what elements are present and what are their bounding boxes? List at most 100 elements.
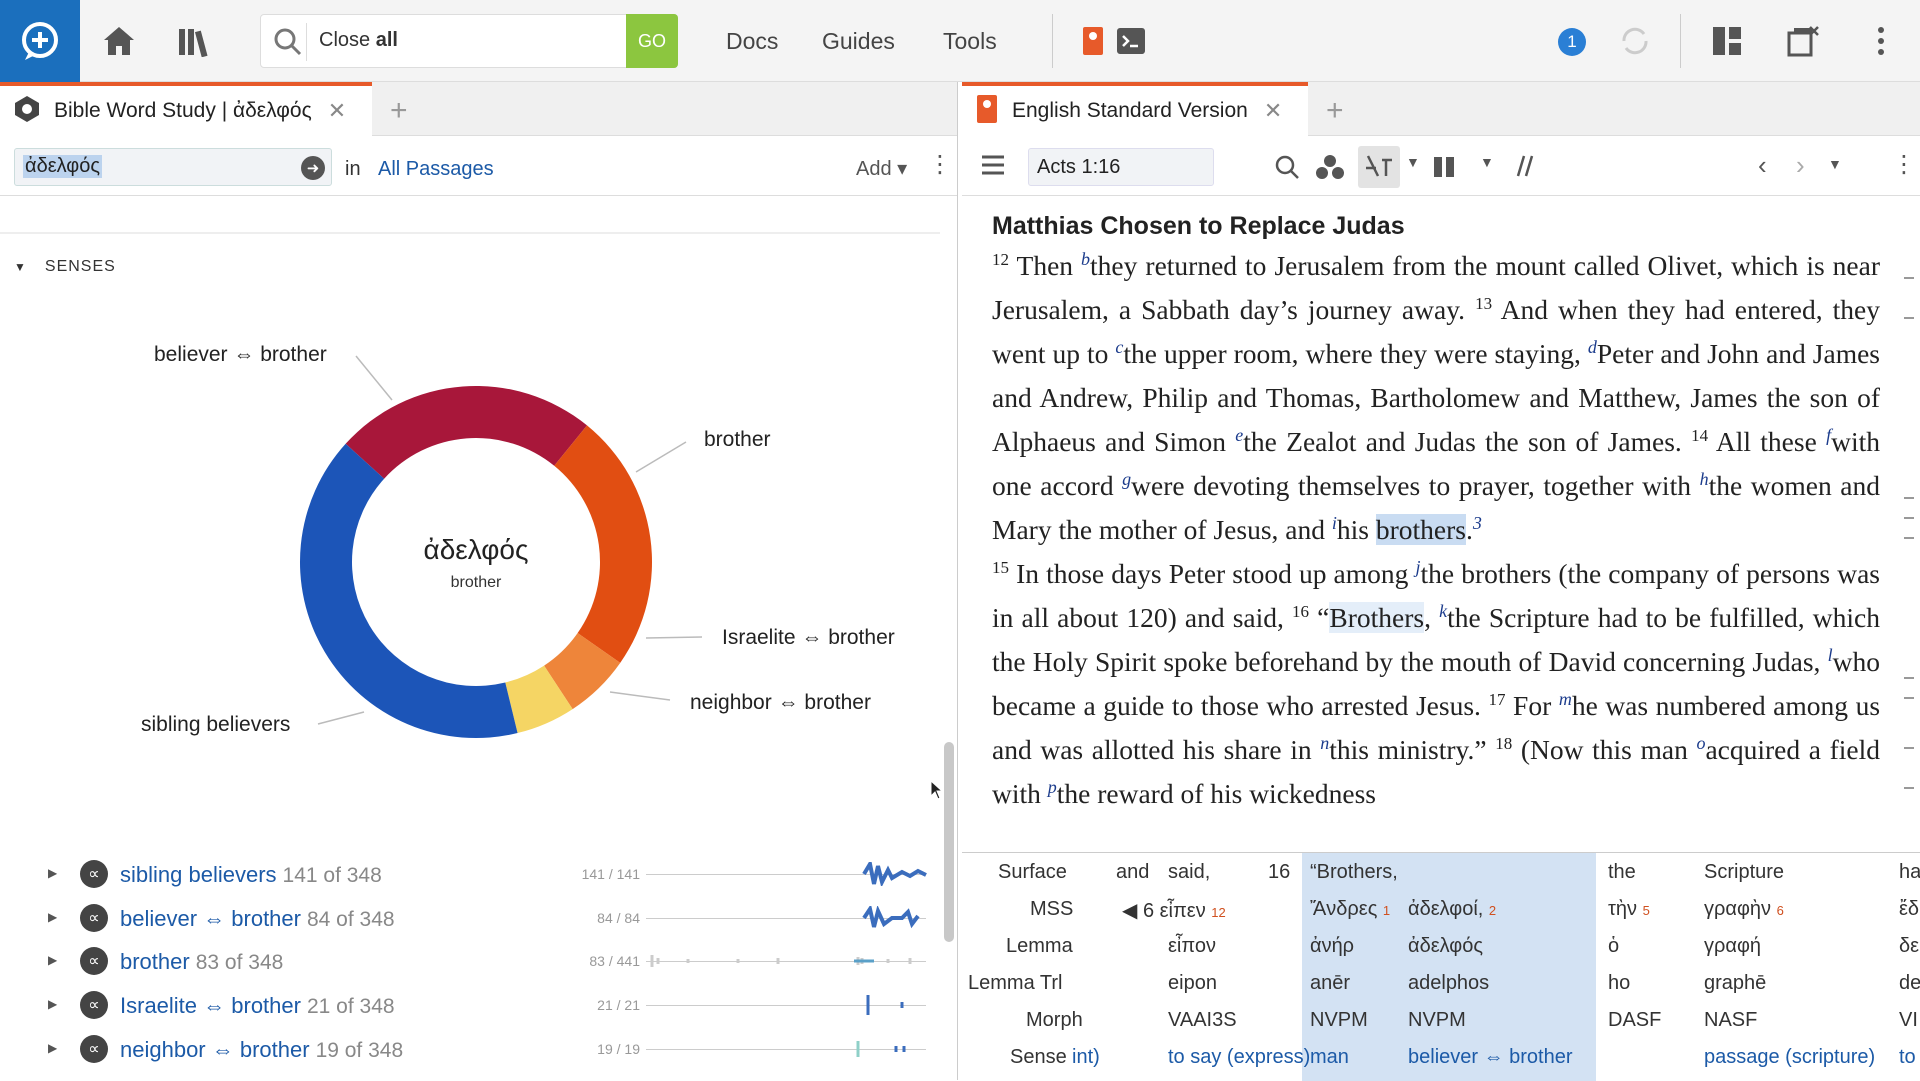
sense-name[interactable]: Israelite ⇔ brother (120, 993, 301, 1018)
sense-row[interactable]: ▶ ∝ believer ⇔ brother 84 of 348 84 / 84 (0, 898, 940, 938)
library-icon[interactable] (172, 18, 218, 64)
cell[interactable]: NVPM (1408, 1009, 1466, 1032)
cell[interactable]: ho (1608, 972, 1630, 995)
cell[interactable]: man (1310, 1046, 1349, 1069)
interlinear-row-morph: Morph VAAI3S NVPM NVPM DASF NASF VI (962, 1001, 1920, 1038)
panel-menu-icon[interactable]: ⋮ (1892, 150, 1916, 179)
expand-caret-icon[interactable]: ▶ (48, 997, 57, 1011)
cell[interactable]: said, (1168, 861, 1210, 884)
cell[interactable]: ἀδελφός (1408, 935, 1483, 958)
bible-panel: English Standard Version ✕ + Acts 1:16 ▼… (962, 82, 1920, 1081)
go-button[interactable]: GO (626, 14, 678, 68)
cell[interactable]: to say (express) (1168, 1046, 1310, 1069)
expand-caret-icon[interactable]: ▶ (48, 1041, 57, 1055)
cell[interactable]: Scripture (1704, 861, 1784, 884)
more-menu-icon[interactable] (1858, 18, 1904, 64)
cell[interactable]: VAAI3S (1168, 1009, 1237, 1032)
dropdown-caret-icon[interactable]: ▼ (1480, 154, 1494, 170)
cell[interactable]: believer ⇔ brother (1408, 1046, 1573, 1069)
home-icon[interactable] (96, 18, 142, 64)
sense-icon: ∝ (80, 947, 108, 975)
sense-name[interactable]: believer ⇔ brother (120, 906, 301, 931)
donut-slice-believer-brother[interactable] (345, 385, 588, 479)
senses-section-header[interactable]: ▼ SENSES (14, 258, 116, 276)
history-caret-icon[interactable]: ▼ (1828, 156, 1842, 172)
layout-icon[interactable] (1704, 18, 1750, 64)
sense-row[interactable]: ▶ ∝ sibling believers 141 of 348 141 / 14… (0, 854, 940, 894)
bible-text[interactable]: Matthias Chosen to Replace Judas 12 Then… (992, 208, 1880, 818)
left-scrollbar[interactable] (944, 742, 954, 942)
cell[interactable]: the (1608, 861, 1636, 884)
close-panels-icon[interactable] (1780, 18, 1826, 64)
cell[interactable]: adelphos (1408, 972, 1489, 995)
logos-home-icon[interactable] (0, 0, 80, 82)
sense-name[interactable]: neighbor ⇔ brother (120, 1037, 310, 1062)
nav-docs[interactable]: Docs (726, 28, 778, 55)
sync-icon[interactable] (1612, 18, 1658, 64)
cell[interactable]: NVPM (1310, 1009, 1368, 1032)
command-box[interactable]: Close all (260, 14, 678, 68)
hamburger-icon[interactable] (980, 154, 1006, 181)
expand-caret-icon[interactable]: ▶ (48, 866, 57, 880)
next-icon[interactable]: › (1796, 150, 1805, 181)
expand-caret-icon[interactable]: ▶ (48, 910, 57, 924)
cell[interactable]: to (1899, 1046, 1916, 1069)
panel-menu-icon[interactable]: ⋮ (928, 150, 952, 179)
parallel-columns-icon[interactable] (1432, 154, 1456, 185)
right-tabbar: English Standard Version ✕ + (962, 82, 1920, 136)
sense-row[interactable]: ▶ ∝ neighbor ⇔ brother 19 of 348 19 / 19 (0, 1029, 940, 1069)
close-icon[interactable]: ✕ (1264, 98, 1282, 124)
cell[interactable]: anēr (1310, 972, 1350, 995)
cell[interactable]: graphē (1704, 972, 1766, 995)
cell[interactable]: eipon (1168, 972, 1217, 995)
cell[interactable]: εἶπον (1168, 935, 1216, 958)
add-tab-icon[interactable]: + (1326, 94, 1344, 128)
cell[interactable]: passage (scripture) (1704, 1046, 1875, 1069)
nav-guides[interactable]: Guides (822, 28, 895, 55)
cell[interactable]: “Brothers, (1310, 861, 1398, 884)
cell[interactable]: ◀ 6 εἶπεν 12 (1122, 898, 1226, 923)
interlinear-toggle-icon[interactable] (1358, 146, 1400, 188)
cell[interactable]: NASF (1704, 1009, 1757, 1032)
cell[interactable]: ἔδ (1899, 898, 1919, 921)
cell[interactable]: τὴν 5 (1608, 898, 1650, 921)
cell[interactable]: ἀδελφοί, 2 (1408, 898, 1496, 921)
link-set-icon[interactable] (1508, 152, 1536, 185)
nav-tools[interactable]: Tools (943, 28, 997, 55)
previous-icon[interactable]: ‹ (1758, 150, 1767, 181)
go-arrow-icon[interactable]: ➜ (301, 156, 325, 180)
sense-row[interactable]: ▶ ∝ brother 83 of 348 83 / 441 (0, 941, 940, 981)
expand-caret-icon[interactable]: ▶ (48, 953, 57, 967)
cell[interactable]: and (1116, 861, 1149, 884)
tab-word-study[interactable]: Bible Word Study | ἀδελφός ✕ (0, 82, 372, 136)
cell[interactable]: Ἄνδρες 1 (1310, 898, 1390, 921)
cell[interactable]: VI (1899, 1009, 1918, 1032)
add-menu-button[interactable]: Add ▾ (856, 156, 907, 181)
cell[interactable]: DASF (1608, 1009, 1661, 1032)
search-icon[interactable] (1274, 154, 1300, 185)
visual-filters-icon[interactable] (1316, 154, 1344, 185)
dropdown-caret-icon[interactable]: ▼ (1406, 154, 1420, 170)
cell[interactable]: int) (1072, 1046, 1100, 1069)
range-selector[interactable]: All Passages (378, 158, 494, 181)
sense-name[interactable]: sibling believers (120, 862, 277, 887)
tab-esv[interactable]: English Standard Version ✕ (962, 82, 1308, 136)
in-label: in (345, 158, 361, 180)
reference-input[interactable]: Acts 1:16 (1028, 148, 1214, 186)
cell[interactable]: γραφὴν 6 (1704, 898, 1784, 921)
cell[interactable]: ἀνήρ (1310, 935, 1354, 958)
notification-badge[interactable]: 1 (1558, 28, 1586, 56)
terminal-icon[interactable] (1108, 18, 1154, 64)
sense-row[interactable]: ▶ ∝ Israelite ⇔ brother 21 of 348 21 / 21 (0, 985, 940, 1025)
cell[interactable]: δε (1899, 935, 1919, 958)
cell[interactable]: ha (1899, 861, 1920, 884)
cell[interactable]: γραφή (1704, 935, 1761, 958)
command-text[interactable]: Close all (319, 29, 398, 52)
add-tab-icon[interactable]: + (390, 94, 408, 128)
lemma-input[interactable]: ἀδελφός ➜ (14, 148, 332, 186)
close-icon[interactable]: ✕ (328, 98, 346, 124)
sense-name[interactable]: brother (120, 949, 190, 974)
cell[interactable]: ὁ (1608, 935, 1619, 958)
sense-count: 19 of 348 (315, 1039, 404, 1062)
cell[interactable]: de (1899, 972, 1920, 995)
